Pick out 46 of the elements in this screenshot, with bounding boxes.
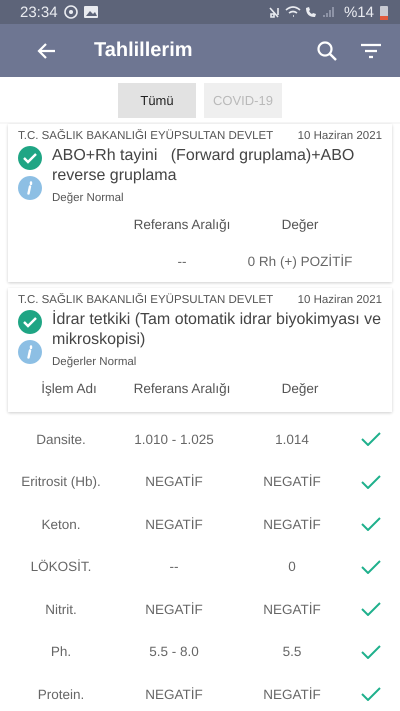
column-header: Referans Aralığı xyxy=(134,380,230,396)
reference-range: NEGATİF xyxy=(145,686,203,702)
result-value: NEGATİF xyxy=(263,602,321,617)
test-name: Ph. xyxy=(50,644,72,660)
test-title: ABO+Rh tayini (Forward gruplama)+ABO reverse gruplama xyxy=(52,146,356,186)
filter-tab[interactable]: Tümü xyxy=(118,83,196,118)
result-card[interactable]: T.C. SAĞLIK BAKANLIĞI EYÜPSULTAN DEVLET 10 Haziran 2021 ABO+Rh tayini (Forward gruplama)+ABO reverse gruplama Değer Normal Referans Aralığı Değer -- 0 Rh (+) POZİTİF xyxy=(8,124,392,282)
result-value: 0 Rh (+) POZİTİF xyxy=(248,254,352,268)
result-value: 0 xyxy=(288,559,296,574)
reference-range: NEGATİF xyxy=(145,474,203,490)
battery-percent: %14 xyxy=(344,4,374,20)
result-card[interactable]: T.C. SAĞLIK BAKANLIĞI EYÜPSULTAN DEVLET 10 Haziran 2021 İdrar tetkiki (Tam otomatik idrar biyokimyası ve mikroskopisi) Değerler Normal İşlem Adı Referans Aralığı Değer xyxy=(8,288,392,412)
status-time: 23:34 xyxy=(20,4,58,20)
page-title: Tahlillerim xyxy=(94,39,194,62)
status-icons-drawing xyxy=(64,5,100,19)
hospital-name: T.C. SAĞLIK BAKANLIĞI EYÜPSULTAN DEVLET xyxy=(18,130,274,142)
test-name: LÖKOSİT. xyxy=(30,559,92,574)
back-arrow-icon[interactable] xyxy=(36,40,56,60)
result-value: 1.014 xyxy=(275,432,309,447)
result-date: 10 Haziran 2021 xyxy=(298,130,382,142)
result-summary: Değer Normal xyxy=(52,192,125,204)
column-header: Değer xyxy=(282,216,318,232)
battery-icon xyxy=(380,4,388,20)
result-summary: Değerler Normal xyxy=(52,356,138,368)
column-header: İşlem Adı xyxy=(41,380,97,396)
filter-icon[interactable] xyxy=(360,42,382,58)
hospital-name: T.C. SAĞLIK BAKANLIĞI EYÜPSULTAN DEVLET xyxy=(18,294,274,306)
test-name: Keton. xyxy=(41,516,81,532)
test-name: Nitrit. xyxy=(45,602,77,617)
result-value: NEGATİF xyxy=(263,516,321,532)
result-value: NEGATİF xyxy=(263,686,321,702)
test-name: Eritrosit (Hb). xyxy=(21,474,101,490)
result-value: 5.5 xyxy=(282,644,302,660)
reference-range: NEGATİF xyxy=(145,602,203,617)
test-name: Protein. xyxy=(38,686,84,702)
result-value: NEGATİF xyxy=(263,474,321,490)
reference-range: -- xyxy=(178,254,186,268)
column-header: Değer xyxy=(282,380,318,396)
test-name: Dansite. xyxy=(36,432,86,447)
reference-range: -- xyxy=(170,559,178,574)
reference-range: NEGATİF xyxy=(145,516,203,532)
test-title: İdrar tetkiki (Tam otomatik idrar biyokimyası ve mikroskopisi) xyxy=(52,310,382,350)
result-date: 10 Haziran 2021 xyxy=(298,294,382,306)
column-header: Referans Aralığı xyxy=(134,216,230,232)
reference-range: 5.5 - 8.0 xyxy=(149,644,199,660)
reference-range: 1.010 - 1.025 xyxy=(134,432,214,447)
